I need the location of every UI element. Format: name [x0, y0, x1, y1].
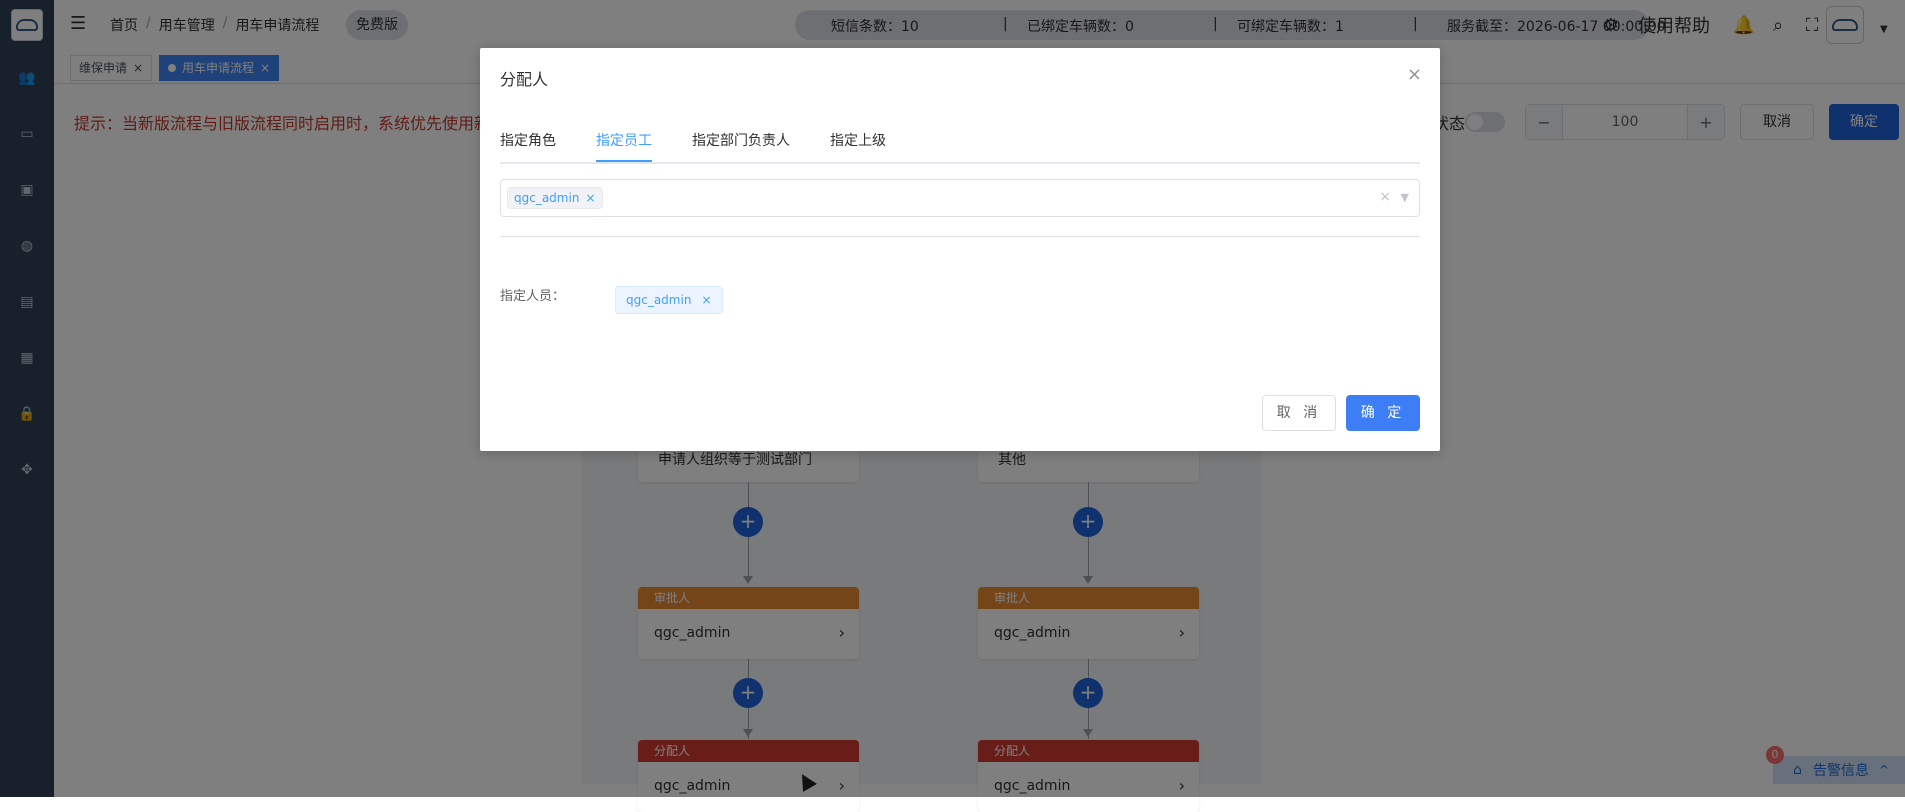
assignee-dialog: 分配人 × 指定角色 指定员工 指定部门负责人 指定上级 qgc_admin ×… — [480, 48, 1440, 451]
close-icon[interactable]: × — [585, 188, 595, 208]
tab-dept-head[interactable]: 指定部门负责人 — [692, 128, 790, 154]
dialog-confirm-button[interactable]: 确 定 — [1346, 395, 1420, 431]
tab-role[interactable]: 指定角色 — [500, 128, 556, 154]
selected-user-tag: qgc_admin × — [507, 187, 603, 209]
assigned-user-tag: qgc_admin × — [615, 286, 723, 314]
dialog-title: 分配人 — [500, 70, 549, 89]
tab-superior[interactable]: 指定上级 — [830, 128, 886, 154]
clear-icon[interactable]: × — [1379, 189, 1391, 205]
active-tab-indicator — [596, 160, 652, 162]
chevron-down-icon[interactable]: ▼ — [1401, 191, 1409, 204]
employee-select[interactable]: qgc_admin × × ▼ — [500, 179, 1420, 217]
close-icon[interactable]: × — [701, 287, 711, 313]
assigned-user: qgc_admin — [626, 293, 692, 307]
assign-type-tabs: 指定角色 指定员工 指定部门负责人 指定上级 — [500, 128, 1420, 164]
tab-employee[interactable]: 指定员工 — [596, 128, 652, 154]
selected-user: qgc_admin — [514, 191, 580, 205]
dialog-cancel-button[interactable]: 取 消 — [1262, 395, 1336, 431]
divider — [500, 236, 1420, 237]
assigned-label: 指定人员： — [500, 289, 566, 304]
close-icon[interactable]: × — [1407, 66, 1422, 84]
